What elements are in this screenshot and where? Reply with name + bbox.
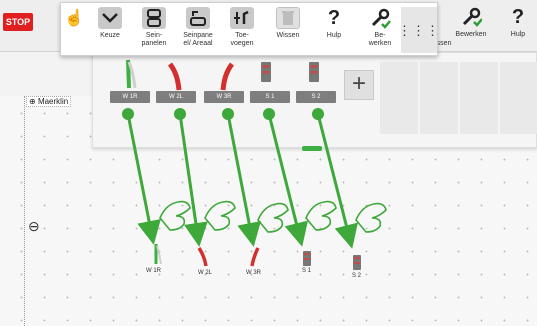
add-label: Toe- voegen <box>230 32 254 47</box>
choice-button[interactable]: Keuze <box>87 7 133 53</box>
help-icon: ? <box>327 6 341 29</box>
panel-item-label: S 2 <box>296 91 336 103</box>
grid-dots-icon: ⋮⋮⋮ <box>398 22 440 38</box>
help-label: Hulp <box>326 32 342 39</box>
empty-panel-slot <box>380 62 418 134</box>
layout-tab-icon: ⊕ <box>29 97 36 106</box>
choice-label: Keuze <box>100 32 120 39</box>
edit-button[interactable]: Be- werken <box>357 7 403 53</box>
bg-help-button[interactable]: ? Hulp <box>500 6 536 52</box>
help-icon: ? <box>511 5 525 28</box>
bg-edit-label: Bewerken <box>455 31 487 38</box>
add-button[interactable]: Toe- voegen <box>219 7 265 53</box>
signal-area-label: Seinpane el/ Areaal <box>183 32 213 47</box>
zoom-out-icon[interactable]: ⊖ <box>28 218 40 235</box>
panel-item-label: W 2L <box>156 91 196 103</box>
signal-area-icon <box>186 7 210 29</box>
chevron-down-icon <box>98 7 122 29</box>
delete-label: Wissen <box>276 32 300 39</box>
panel-item-label: W 1R <box>110 91 150 103</box>
edit-wrench-icon <box>459 6 483 28</box>
app-window: ⊕ Maerklin ⊖ STOP Wissen Bewerken ? Hulp <box>0 0 537 326</box>
signal-area-button[interactable]: Seinpane el/ Areaal <box>175 7 221 53</box>
placed-item-label: W 2L <box>198 270 213 276</box>
signal-panels-button[interactable]: Sein- panelen <box>131 7 177 53</box>
delete-button[interactable]: Wissen <box>265 7 311 53</box>
empty-panel-slot <box>420 62 458 134</box>
placed-item-label: S 1 <box>302 268 312 274</box>
signal-panel-icon <box>142 7 166 29</box>
bg-edit-button[interactable]: Bewerken <box>448 6 494 52</box>
placed-item-label: W 1R <box>146 268 161 274</box>
panel-item-label: S 1 <box>250 91 290 103</box>
layout-tab[interactable]: ⊕ Maerklin <box>26 96 72 107</box>
delete-icon <box>276 7 300 29</box>
panel-item-label: W 3R <box>204 91 244 103</box>
signal-panels-label: Sein- panelen <box>141 32 167 47</box>
select-pointer-button[interactable]: ☝ <box>61 7 87 53</box>
bg-help-label: Hulp <box>510 31 526 38</box>
help-button[interactable]: ? Hulp <box>311 7 357 53</box>
add-panel-item-button[interactable]: + <box>344 70 374 100</box>
placed-item-label: W 3R <box>246 270 261 276</box>
edit-wrench-icon <box>368 7 392 29</box>
hand-pointer-icon: ☝ <box>64 10 84 27</box>
empty-panel-slot <box>500 62 537 134</box>
more-menu-button[interactable]: ⋮⋮⋮ <box>398 7 440 53</box>
panel-scroll-indicator[interactable] <box>302 146 322 151</box>
stop-button[interactable]: STOP <box>3 13 33 31</box>
placed-item-label: S 2 <box>352 273 362 279</box>
layout-name: Maerklin <box>37 97 69 106</box>
toolbar-popup: ☝ Keuze Sein- panelen Seinpane el/ Areaa… <box>60 2 440 56</box>
edit-label: Be- werken <box>368 32 392 47</box>
add-item-icon <box>230 7 254 29</box>
layout-border <box>24 96 25 326</box>
empty-panel-slot <box>460 62 498 134</box>
